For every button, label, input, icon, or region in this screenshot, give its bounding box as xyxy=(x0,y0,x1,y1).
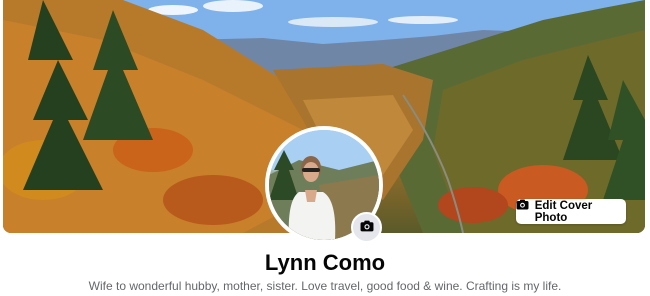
profile-bio: Wife to wonderful hubby, mother, sister.… xyxy=(88,279,562,293)
update-profile-picture-button[interactable] xyxy=(351,212,382,243)
profile-name: Lynn Como xyxy=(264,250,386,275)
camera-icon xyxy=(516,199,529,217)
edit-cover-photo-label: Edit Cover Photo xyxy=(534,199,593,224)
edit-cover-photo-button[interactable]: Edit Cover Photo xyxy=(516,199,626,224)
camera-icon xyxy=(360,219,374,237)
